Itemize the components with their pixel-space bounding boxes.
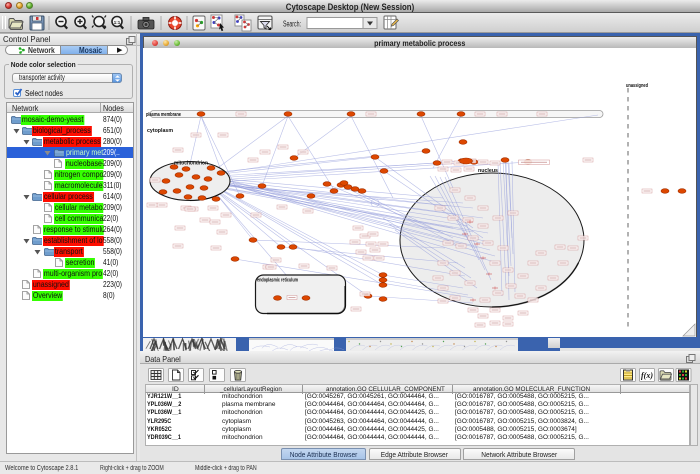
svg-text:plasma membrane: plasma membrane <box>146 112 181 118</box>
svg-text:nucleus: nucleus <box>478 168 498 174</box>
svg-text:f(x): f(x) <box>641 371 653 380</box>
svg-text:endoplasmic reticulum: endoplasmic reticulum <box>257 278 298 284</box>
svg-text:mitochondrion: mitochondrion <box>174 161 208 167</box>
svg-text:1:1: 1:1 <box>114 20 121 25</box>
svg-text:Search:: Search: <box>283 20 301 29</box>
svg-text:unassigned: unassigned <box>626 83 648 89</box>
svg-text:cytoplasm: cytoplasm <box>147 128 173 134</box>
